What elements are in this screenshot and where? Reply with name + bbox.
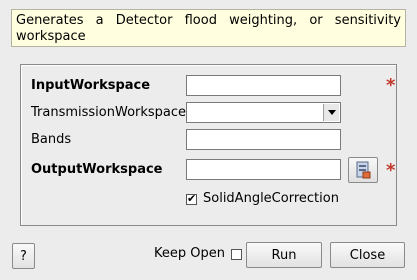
keep-open-row: Keep Open xyxy=(154,246,242,262)
output-workspace-mandatory-marker: * xyxy=(386,160,396,181)
input-workspace-field[interactable] xyxy=(186,75,341,96)
input-workspace-mandatory-marker: * xyxy=(386,75,396,96)
transmission-workspace-label: TransmissionWorkspace xyxy=(31,105,187,120)
workspace-browse-icon xyxy=(356,161,371,179)
keep-open-label: Keep Open xyxy=(154,246,225,261)
check-icon: ✔ xyxy=(187,191,197,205)
solid-angle-correction-label: SolidAngleCorrection xyxy=(203,191,339,206)
workspace-browse-button[interactable] xyxy=(348,157,378,183)
close-button[interactable]: Close xyxy=(330,242,405,268)
run-button[interactable]: Run xyxy=(246,242,322,268)
keep-open-checkbox[interactable] xyxy=(230,248,242,260)
help-button[interactable]: ? xyxy=(12,243,35,269)
bands-label: Bands xyxy=(31,132,72,147)
solid-angle-correction-row: ✔ SolidAngleCorrection xyxy=(186,191,339,207)
input-workspace-label: InputWorkspace xyxy=(31,78,151,93)
bands-field[interactable] xyxy=(186,129,341,150)
chevron-down-icon[interactable] xyxy=(323,104,339,121)
solid-angle-correction-checkbox[interactable]: ✔ xyxy=(186,191,197,205)
algorithm-description: Generates a Detector flood weighting, or… xyxy=(11,9,406,47)
output-workspace-label: OutputWorkspace xyxy=(31,162,163,177)
output-workspace-field[interactable] xyxy=(186,159,341,180)
transmission-workspace-combo[interactable] xyxy=(186,102,341,123)
